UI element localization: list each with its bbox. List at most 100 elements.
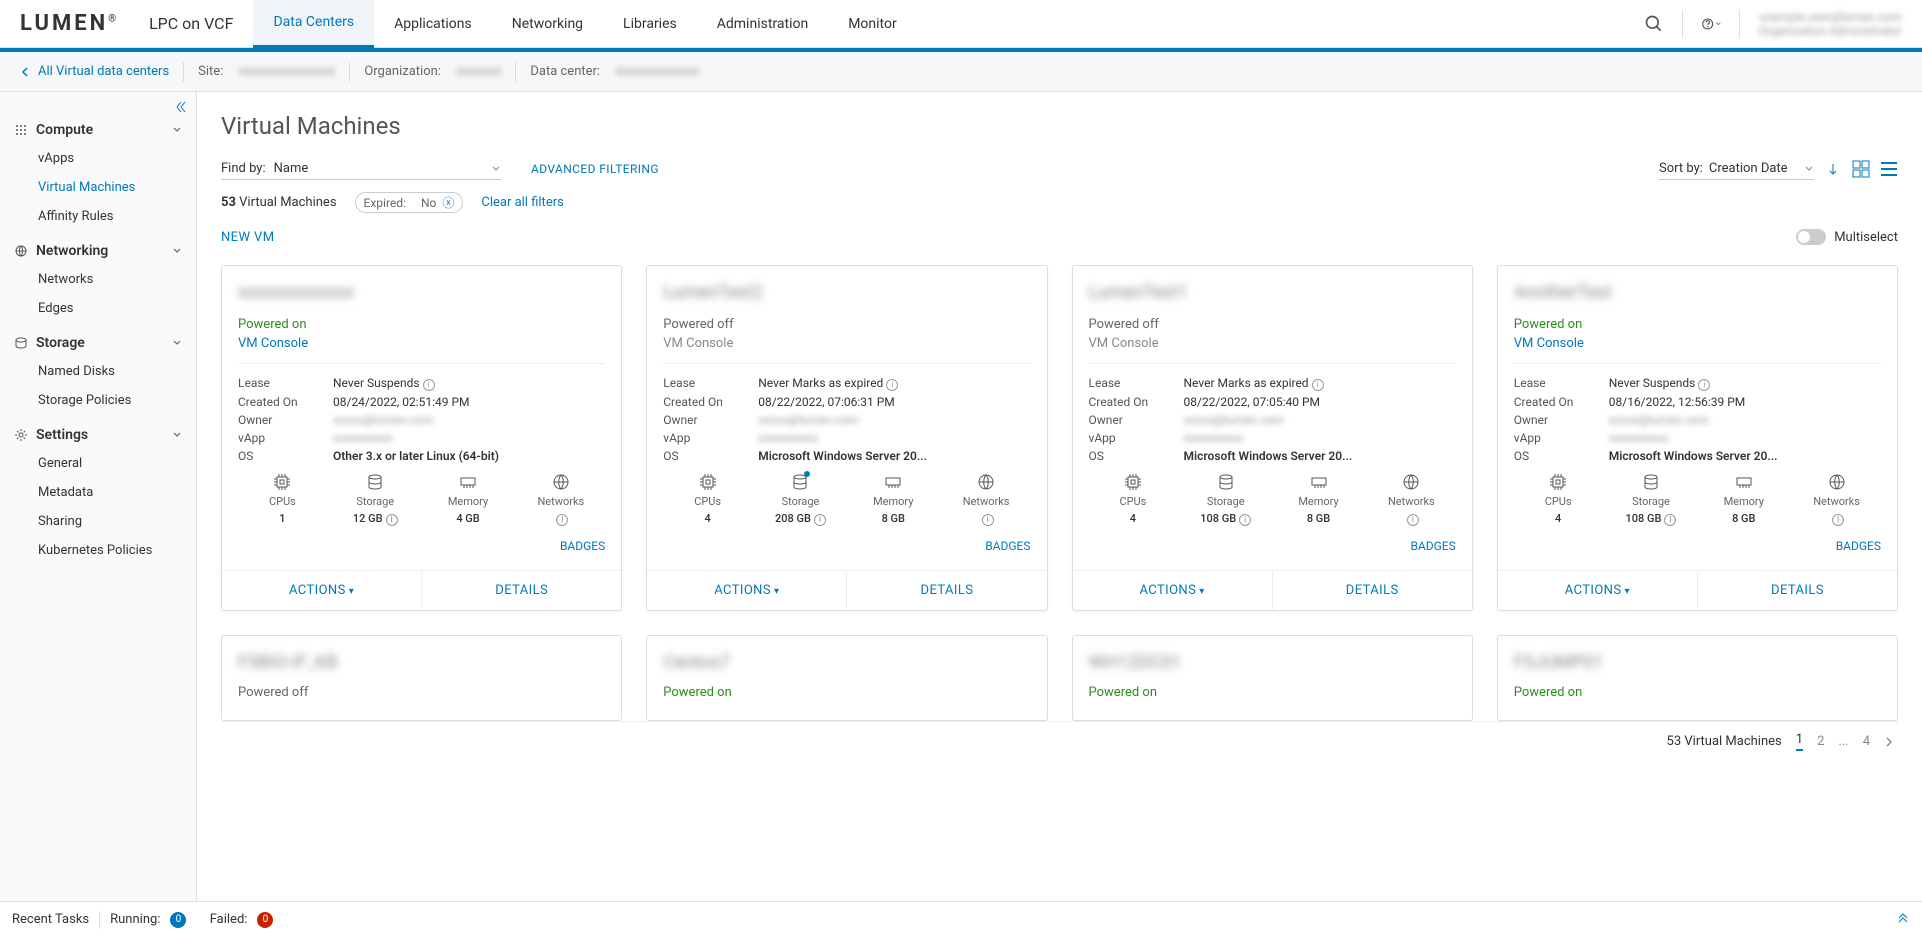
sidebar-header-storage[interactable]: Storage [0,329,196,357]
info-icon[interactable]: i [982,514,994,526]
expand-tasks-icon[interactable] [1896,913,1910,927]
sidebar-item-virtual-machines[interactable]: Virtual Machines [0,173,196,202]
os-label: OS [1089,449,1184,463]
vm-name[interactable]: FSBIO-IF_KB [238,652,605,673]
search-icon[interactable] [1644,14,1664,34]
find-by-label: Find by: [221,161,266,176]
vm-console-link[interactable]: VM Console [238,336,605,351]
main-content: Virtual Machines Find by: Name ADVANCED … [197,92,1922,901]
info-icon[interactable]: i [886,379,898,391]
cpu-icon [1514,473,1603,491]
vm-status: Powered on [1514,685,1881,700]
info-icon[interactable]: i [1698,379,1710,391]
nav-tab-administration[interactable]: Administration [697,0,828,48]
vm-name[interactable]: Centos7 [663,652,1030,673]
vm-name[interactable]: xxxxxxxxxxxxx [238,282,605,303]
page-next-icon[interactable] [1884,737,1894,747]
vapp-label: vApp [1514,431,1609,445]
info-icon[interactable]: i [1664,514,1676,526]
vm-name[interactable]: LumenTest2 [663,282,1030,303]
details-button[interactable]: DETAILS [422,571,621,610]
sidebar-collapse-icon[interactable] [174,100,188,114]
badges-link[interactable]: BADGES [1836,539,1881,553]
sidebar-item-edges[interactable]: Edges [0,294,196,323]
actions-button[interactable]: ACTIONS▾ [647,571,847,610]
info-icon[interactable]: i [1239,514,1251,526]
sidebar-item-named-disks[interactable]: Named Disks [0,357,196,386]
page-1[interactable]: 1 [1796,732,1803,751]
sidebar: Compute vApps Virtual Machines Affinity … [0,92,197,901]
nav-tab-applications[interactable]: Applications [374,0,492,48]
advanced-filtering-link[interactable]: ADVANCED FILTERING [531,162,659,176]
clear-all-filters-link[interactable]: Clear all filters [481,195,563,210]
badges-link[interactable]: BADGES [985,539,1030,553]
nav-tab-monitor[interactable]: Monitor [828,0,917,48]
storage-value: 108 GBi [1181,512,1270,526]
info-icon[interactable]: i [556,514,568,526]
memory-label: Memory [424,495,513,508]
vapp-value: xxxxxxxxxx [333,431,605,445]
remove-chip-icon[interactable]: ⓧ [442,194,454,211]
find-by-dropdown[interactable]: Find by: Name [221,158,501,180]
chevron-down-icon [172,125,182,135]
vm-card: AnotherTest Powered on VM Console LeaseN… [1497,265,1898,611]
help-icon[interactable] [1701,14,1721,34]
sidebar-item-sharing[interactable]: Sharing [0,507,196,536]
sort-direction-icon[interactable] [1826,162,1840,176]
divider [349,62,350,82]
info-icon[interactable]: i [1407,514,1419,526]
sidebar-header-networking[interactable]: Networking [0,237,196,265]
vm-status: Powered off [663,317,1030,332]
badges-link[interactable]: BADGES [560,539,605,553]
vm-name[interactable]: LumenTest1 [1089,282,1456,303]
actions-button[interactable]: ACTIONS▾ [222,571,422,610]
info-icon[interactable]: i [423,379,435,391]
vm-status: Powered on [238,317,605,332]
multiselect-toggle[interactable]: Multiselect [1796,229,1898,245]
sidebar-item-general[interactable]: General [0,449,196,478]
new-vm-button[interactable]: NEW VM [221,230,274,245]
recent-tasks-label[interactable]: Recent Tasks [12,912,89,927]
memory-label: Memory [849,495,938,508]
sidebar-item-networks[interactable]: Networks [0,265,196,294]
os-label: OS [238,449,333,463]
nav-tab-networking[interactable]: Networking [492,0,603,48]
cpus-value: 1 [238,512,327,525]
sidebar-item-kubernetes-policies[interactable]: Kubernetes Policies [0,536,196,565]
divider [183,62,184,82]
grid-view-icon[interactable] [1852,160,1870,178]
actions-button[interactable]: ACTIONS▾ [1073,571,1273,610]
info-icon[interactable]: i [1832,514,1844,526]
actions-button[interactable]: ACTIONS▾ [1498,571,1698,610]
top-right: example.user@lumen.com Organization Admi… [1644,10,1902,38]
sidebar-header-compute[interactable]: Compute [0,116,196,144]
page-2[interactable]: 2 [1817,734,1824,749]
sort-by-dropdown[interactable]: Sort by: Creation Date [1659,158,1814,180]
sidebar-item-storage-policies[interactable]: Storage Policies [0,386,196,415]
toggle-switch[interactable] [1796,229,1826,245]
vm-name[interactable]: FSJUMP01 [1514,652,1881,673]
nav-tab-libraries[interactable]: Libraries [603,0,697,48]
back-link[interactable]: All Virtual data centers [20,64,169,79]
badges-link[interactable]: BADGES [1410,539,1455,553]
vm-name[interactable]: AnotherTest [1514,282,1881,303]
user-menu[interactable]: example.user@lumen.com Organization Admi… [1758,10,1902,38]
sidebar-item-affinity-rules[interactable]: Affinity Rules [0,202,196,231]
info-icon[interactable]: i [1312,379,1324,391]
vm-console-link[interactable]: VM Console [1514,336,1881,351]
info-icon[interactable]: i [814,514,826,526]
nav-tab-data-centers[interactable]: Data Centers [253,0,374,48]
details-button[interactable]: DETAILS [1273,571,1472,610]
find-by-value: Name [274,161,309,176]
sidebar-header-settings[interactable]: Settings [0,421,196,449]
sidebar-item-vapps[interactable]: vApps [0,144,196,173]
page-4[interactable]: 4 [1863,734,1870,749]
list-view-icon[interactable] [1880,160,1898,178]
info-icon[interactable]: i [386,514,398,526]
details-button[interactable]: DETAILS [847,571,1046,610]
vm-card-grid: xxxxxxxxxxxxx Powered on VM Console Leas… [221,265,1898,721]
vm-name[interactable]: WH12DC01 [1089,652,1456,673]
details-button[interactable]: DETAILS [1698,571,1897,610]
sidebar-item-metadata[interactable]: Metadata [0,478,196,507]
logo: LUMEN® [20,11,119,36]
